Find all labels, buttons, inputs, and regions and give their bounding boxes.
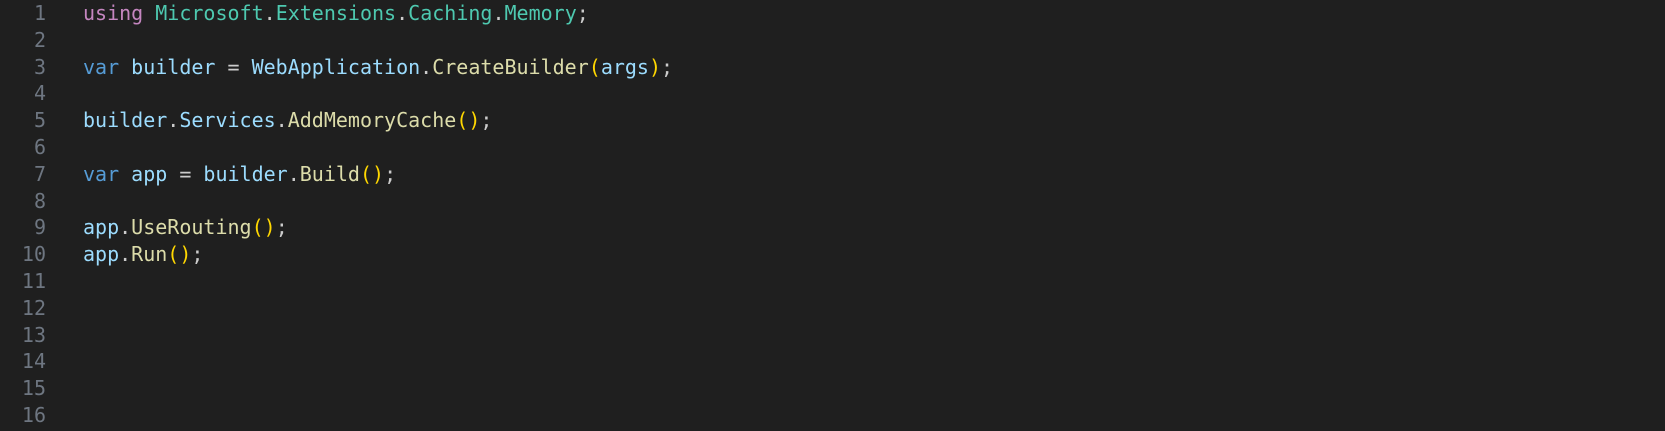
line-number: 5 bbox=[33, 108, 46, 133]
code-line[interactable]: 16 bbox=[0, 402, 1665, 429]
code-text[interactable]: var app = builder.Build(); bbox=[83, 161, 396, 188]
line-number: 6 bbox=[33, 134, 46, 159]
code-text[interactable]: var builder = WebApplication.CreateBuild… bbox=[83, 54, 673, 81]
line-number: 9 bbox=[33, 215, 46, 240]
line-number: 7 bbox=[33, 161, 46, 186]
code-text[interactable]: builder.Services.AddMemoryCache(); bbox=[83, 107, 492, 134]
code-token: var bbox=[83, 54, 120, 79]
code-token: args bbox=[600, 54, 649, 79]
line-number: 4 bbox=[33, 81, 46, 106]
code-token: ; bbox=[275, 215, 288, 240]
code-token: ; bbox=[191, 242, 204, 267]
line-number: 13 bbox=[21, 322, 46, 347]
line-number: 8 bbox=[33, 188, 46, 213]
code-token: builder bbox=[83, 108, 168, 133]
code-token: . bbox=[263, 1, 276, 25]
code-token: Run bbox=[131, 242, 168, 267]
code-token: ; bbox=[384, 161, 397, 186]
code-token: CreateBuilder bbox=[432, 54, 589, 79]
code-token: app bbox=[131, 161, 168, 186]
code-token: () bbox=[251, 215, 276, 240]
code-token: using bbox=[83, 1, 144, 25]
line-number: 15 bbox=[21, 376, 46, 401]
code-token: ; bbox=[661, 54, 674, 79]
code-token: ( bbox=[588, 54, 601, 79]
code-line[interactable]: 14 bbox=[0, 348, 1665, 375]
code-line[interactable]: 4 bbox=[0, 80, 1665, 107]
code-line[interactable]: 2 bbox=[0, 27, 1665, 54]
code-token: ; bbox=[576, 1, 589, 25]
line-number: 12 bbox=[21, 295, 46, 320]
code-token: WebApplication bbox=[251, 54, 421, 79]
code-token: . bbox=[287, 161, 300, 186]
code-text[interactable]: using Microsoft.Extensions.Caching.Memor… bbox=[83, 0, 589, 27]
code-token: AddMemoryCache bbox=[287, 108, 457, 133]
code-line[interactable]: 8 bbox=[0, 188, 1665, 215]
code-token: app bbox=[83, 215, 120, 240]
code-token: Microsoft bbox=[155, 1, 264, 25]
code-line[interactable]: 13 bbox=[0, 322, 1665, 349]
code-line[interactable]: 7 var app = builder.Build(); bbox=[0, 161, 1665, 188]
code-token: Extensions bbox=[275, 1, 397, 25]
code-token: var bbox=[83, 161, 120, 186]
line-number: 1 bbox=[33, 1, 46, 25]
code-token: Services bbox=[179, 108, 276, 133]
code-token: Build bbox=[299, 161, 360, 186]
code-text[interactable]: app.UseRouting(); bbox=[83, 214, 288, 241]
code-token: UseRouting bbox=[131, 215, 252, 240]
line-number: 3 bbox=[33, 54, 46, 79]
code-line[interactable]: 6 bbox=[0, 134, 1665, 161]
code-token: () bbox=[167, 242, 192, 267]
code-token: app bbox=[83, 242, 120, 267]
line-number: 14 bbox=[21, 349, 46, 374]
code-token: . bbox=[119, 215, 132, 240]
code-token: . bbox=[420, 54, 433, 79]
code-token: builder bbox=[203, 161, 288, 186]
code-line[interactable]: 1 using Microsoft.Extensions.Caching.Memo… bbox=[0, 0, 1665, 27]
line-number: 10 bbox=[21, 242, 46, 267]
code-line[interactable]: 11 bbox=[0, 268, 1665, 295]
code-line[interactable]: 3 var builder = WebApplication.CreateBuil… bbox=[0, 54, 1665, 81]
code-token: ) bbox=[648, 54, 662, 79]
code-token: () bbox=[359, 161, 385, 186]
code-text[interactable]: app.Run(); bbox=[83, 241, 203, 268]
line-number: 2 bbox=[33, 27, 46, 52]
code-token: Caching bbox=[408, 1, 493, 25]
line-number: 16 bbox=[21, 402, 46, 427]
code-line[interactable]: 9 app.UseRouting(); bbox=[0, 214, 1665, 241]
code-token: . bbox=[275, 108, 288, 133]
code-token: () bbox=[456, 108, 481, 133]
code-token: ; bbox=[480, 108, 493, 133]
code-token: . bbox=[396, 1, 409, 25]
code-line[interactable]: 12 bbox=[0, 295, 1665, 322]
code-token: . bbox=[492, 1, 505, 25]
code-line[interactable]: 10 app.Run(); bbox=[0, 241, 1665, 268]
code-line[interactable]: 5 builder.Services.AddMemoryCache(); bbox=[0, 107, 1665, 134]
code-token: = bbox=[167, 161, 204, 186]
code-token: builder bbox=[131, 54, 216, 79]
code-token: . bbox=[167, 108, 180, 133]
code-editor[interactable]: 1 using Microsoft.Extensions.Caching.Memo… bbox=[0, 0, 1665, 431]
code-token: = bbox=[215, 54, 252, 79]
line-number: 11 bbox=[21, 268, 46, 293]
code-line[interactable]: 15 bbox=[0, 375, 1665, 402]
code-token: . bbox=[119, 242, 132, 267]
code-token: Memory bbox=[504, 1, 577, 25]
